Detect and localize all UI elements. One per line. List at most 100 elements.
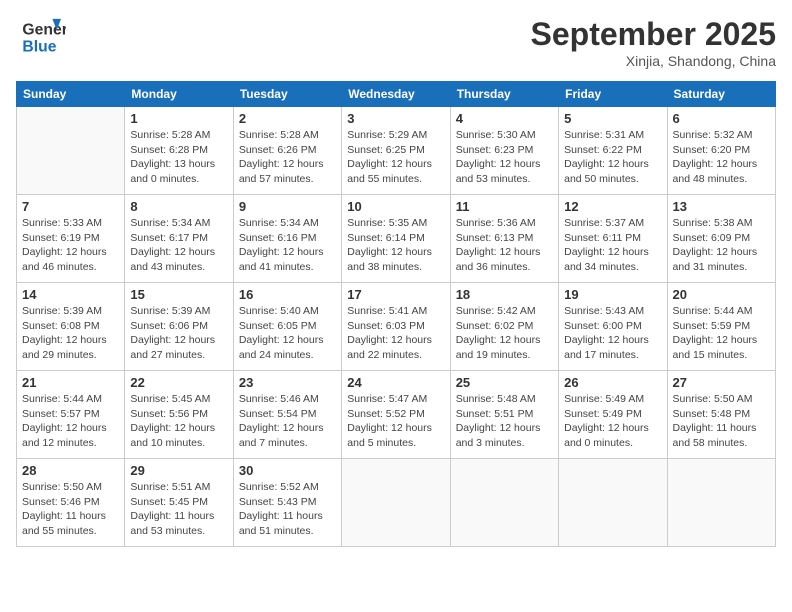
day-number: 11	[456, 199, 553, 214]
header-monday: Monday	[125, 82, 233, 107]
calendar-cell: 11 Sunrise: 5:36 AMSunset: 6:13 PMDayligh…	[450, 195, 558, 283]
calendar-cell	[17, 107, 125, 195]
day-info: Sunrise: 5:49 AMSunset: 5:49 PMDaylight:…	[564, 392, 661, 451]
calendar-cell: 7Sunrise: 5:33 AMSunset: 6:19 PMDaylight…	[17, 195, 125, 283]
day-number: 20	[673, 287, 770, 302]
logo-icon: General Blue	[16, 16, 66, 56]
calendar-cell: 24Sunrise: 5:47 AMSunset: 5:52 PMDayligh…	[342, 371, 450, 459]
week-row-4: 21Sunrise: 5:44 AMSunset: 5:57 PMDayligh…	[17, 371, 776, 459]
day-info: Sunrise: 5:40 AMSunset: 6:05 PMDaylight:…	[239, 304, 336, 363]
calendar-cell: 30 Sunrise: 5:52 AMSunset: 5:43 PMDayligh…	[233, 459, 341, 547]
day-number: 30	[239, 463, 336, 478]
calendar-cell: 26 Sunrise: 5:49 AMSunset: 5:49 PMDayligh…	[559, 371, 667, 459]
day-info: Sunrise: 5:42 AMSunset: 6:02 PMDaylight:…	[456, 304, 553, 363]
day-info: Sunrise: 5:34 AMSunset: 6:17 PMDaylight:…	[130, 216, 227, 275]
calendar-cell: 28Sunrise: 5:50 AMSunset: 5:46 PMDayligh…	[17, 459, 125, 547]
week-row-2: 7Sunrise: 5:33 AMSunset: 6:19 PMDaylight…	[17, 195, 776, 283]
day-info: Sunrise: 5:36 AMSunset: 6:13 PMDaylight:…	[456, 216, 553, 275]
day-number: 12	[564, 199, 661, 214]
day-number: 24	[347, 375, 444, 390]
day-number: 6	[673, 111, 770, 126]
day-info: Sunrise: 5:52 AMSunset: 5:43 PMDaylight:…	[239, 480, 336, 539]
day-info: Sunrise: 5:29 AMSunset: 6:25 PMDaylight:…	[347, 128, 444, 187]
calendar-cell: 14 Sunrise: 5:39 AMSunset: 6:08 PMDayligh…	[17, 283, 125, 371]
logo: General Blue	[16, 16, 66, 56]
day-number: 23	[239, 375, 336, 390]
calendar-cell	[559, 459, 667, 547]
calendar-cell: 10Sunrise: 5:35 AMSunset: 6:14 PMDayligh…	[342, 195, 450, 283]
day-info: Sunrise: 5:43 AMSunset: 6:00 PMDaylight:…	[564, 304, 661, 363]
day-number: 3	[347, 111, 444, 126]
logo-container: General Blue	[16, 16, 66, 56]
day-info: Sunrise: 5:33 AMSunset: 6:19 PMDaylight:…	[22, 216, 119, 275]
day-number: 27	[673, 375, 770, 390]
day-info: Sunrise: 5:45 AMSunset: 5:56 PMDaylight:…	[130, 392, 227, 451]
day-info: Sunrise: 5:39 AMSunset: 6:08 PMDaylight:…	[22, 304, 119, 363]
day-number: 14	[22, 287, 119, 302]
day-number: 8	[130, 199, 227, 214]
day-number: 9	[239, 199, 336, 214]
day-info: Sunrise: 5:44 AMSunset: 5:57 PMDaylight:…	[22, 392, 119, 451]
day-info: Sunrise: 5:46 AMSunset: 5:54 PMDaylight:…	[239, 392, 336, 451]
day-number: 1	[130, 111, 227, 126]
week-row-5: 28Sunrise: 5:50 AMSunset: 5:46 PMDayligh…	[17, 459, 776, 547]
calendar-cell: 23 Sunrise: 5:46 AMSunset: 5:54 PMDayligh…	[233, 371, 341, 459]
page-header: General Blue September 2025 Xinjia, Shan…	[16, 16, 776, 69]
day-number: 15	[130, 287, 227, 302]
day-info: Sunrise: 5:44 AMSunset: 5:59 PMDaylight:…	[673, 304, 770, 363]
day-info: Sunrise: 5:51 AMSunset: 5:45 PMDaylight:…	[130, 480, 227, 539]
svg-text:General: General	[22, 22, 66, 39]
day-number: 29	[130, 463, 227, 478]
day-number: 19	[564, 287, 661, 302]
day-info: Sunrise: 5:48 AMSunset: 5:51 PMDaylight:…	[456, 392, 553, 451]
day-info: Sunrise: 5:38 AMSunset: 6:09 PMDaylight:…	[673, 216, 770, 275]
day-info: Sunrise: 5:50 AMSunset: 5:46 PMDaylight:…	[22, 480, 119, 539]
day-info: Sunrise: 5:34 AMSunset: 6:16 PMDaylight:…	[239, 216, 336, 275]
calendar-cell: 27 Sunrise: 5:50 AMSunset: 5:48 PMDayligh…	[667, 371, 775, 459]
calendar-cell	[342, 459, 450, 547]
calendar-cell: 21Sunrise: 5:44 AMSunset: 5:57 PMDayligh…	[17, 371, 125, 459]
day-number: 18	[456, 287, 553, 302]
month-title: September 2025	[531, 16, 776, 53]
calendar-cell: 6 Sunrise: 5:32 AMSunset: 6:20 PMDaylight…	[667, 107, 775, 195]
day-info: Sunrise: 5:39 AMSunset: 6:06 PMDaylight:…	[130, 304, 227, 363]
calendar-cell: 9 Sunrise: 5:34 AMSunset: 6:16 PMDaylight…	[233, 195, 341, 283]
calendar-cell: 17 Sunrise: 5:41 AMSunset: 6:03 PMDayligh…	[342, 283, 450, 371]
day-number: 5	[564, 111, 661, 126]
day-number: 25	[456, 375, 553, 390]
calendar-cell: 18 Sunrise: 5:42 AMSunset: 6:02 PMDayligh…	[450, 283, 558, 371]
day-number: 13	[673, 199, 770, 214]
day-number: 10	[347, 199, 444, 214]
day-info: Sunrise: 5:41 AMSunset: 6:03 PMDaylight:…	[347, 304, 444, 363]
day-info: Sunrise: 5:37 AMSunset: 6:11 PMDaylight:…	[564, 216, 661, 275]
calendar-cell: 25 Sunrise: 5:48 AMSunset: 5:51 PMDayligh…	[450, 371, 558, 459]
day-number: 4	[456, 111, 553, 126]
title-block: September 2025 Xinjia, Shandong, China	[531, 16, 776, 69]
day-info: Sunrise: 5:31 AMSunset: 6:22 PMDaylight:…	[564, 128, 661, 187]
day-info: Sunrise: 5:28 AMSunset: 6:26 PMDaylight:…	[239, 128, 336, 187]
calendar-cell: 22 Sunrise: 5:45 AMSunset: 5:56 PMDayligh…	[125, 371, 233, 459]
header-saturday: Saturday	[667, 82, 775, 107]
day-info: Sunrise: 5:32 AMSunset: 6:20 PMDaylight:…	[673, 128, 770, 187]
day-info: Sunrise: 5:30 AMSunset: 6:23 PMDaylight:…	[456, 128, 553, 187]
calendar-cell: 1Sunrise: 5:28 AMSunset: 6:28 PMDaylight…	[125, 107, 233, 195]
day-number: 17	[347, 287, 444, 302]
calendar-cell	[450, 459, 558, 547]
location: Xinjia, Shandong, China	[531, 53, 776, 69]
calendar-cell: 3 Sunrise: 5:29 AMSunset: 6:25 PMDaylight…	[342, 107, 450, 195]
header-sunday: Sunday	[17, 82, 125, 107]
day-number: 2	[239, 111, 336, 126]
day-number: 26	[564, 375, 661, 390]
day-info: Sunrise: 5:50 AMSunset: 5:48 PMDaylight:…	[673, 392, 770, 451]
day-number: 22	[130, 375, 227, 390]
calendar-cell: 19 Sunrise: 5:43 AMSunset: 6:00 PMDayligh…	[559, 283, 667, 371]
svg-text:Blue: Blue	[22, 39, 56, 56]
calendar-cell: 29 Sunrise: 5:51 AMSunset: 5:45 PMDayligh…	[125, 459, 233, 547]
calendar-cell: 15 Sunrise: 5:39 AMSunset: 6:06 PMDayligh…	[125, 283, 233, 371]
week-row-3: 14 Sunrise: 5:39 AMSunset: 6:08 PMDayligh…	[17, 283, 776, 371]
calendar-cell: 12 Sunrise: 5:37 AMSunset: 6:11 PMDayligh…	[559, 195, 667, 283]
day-number: 16	[239, 287, 336, 302]
calendar-cell: 13 Sunrise: 5:38 AMSunset: 6:09 PMDayligh…	[667, 195, 775, 283]
header-friday: Friday	[559, 82, 667, 107]
week-row-1: 1Sunrise: 5:28 AMSunset: 6:28 PMDaylight…	[17, 107, 776, 195]
